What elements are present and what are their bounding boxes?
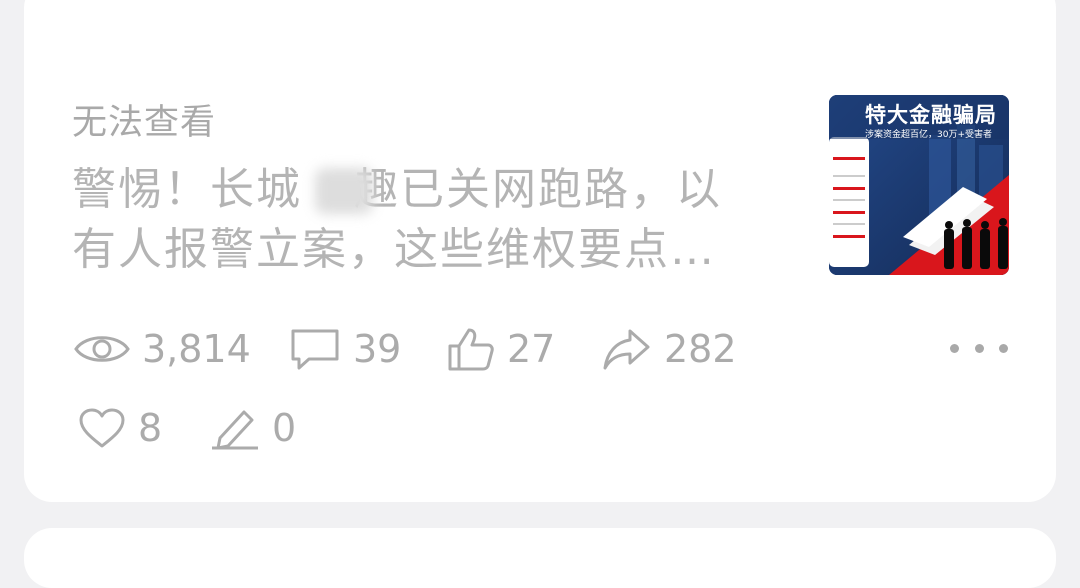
thumbs-up-icon [448,328,494,371]
views-stat: 3,814 [74,319,251,379]
unavailable-label: 无法查看 [72,103,217,143]
more-options-button[interactable] [950,333,1008,363]
edit-stat[interactable]: 0 [210,398,296,458]
comments-count: 39 [353,327,402,371]
eye-icon [74,336,130,362]
thumbnail-headline: 特大金融骗局 [865,103,997,127]
title-line-1: 警惕！长城 趣已关网跑路，以 [72,160,792,220]
title-line-1-end: 趣已关网跑路，以 [354,164,722,215]
more-dot-icon [974,343,984,353]
more-dot-icon [950,343,959,353]
next-card[interactable] [24,528,1056,588]
comments-button[interactable]: 39 [289,319,401,379]
shares-count: 282 [664,327,737,371]
edits-count: 0 [272,406,297,450]
pen-icon [212,410,258,450]
article-thumbnail[interactable]: 特大金融骗局 涉案资金超百亿，30万+受害者 [829,95,1009,275]
likes-count: 27 [507,327,556,371]
thumbnail-subline: 涉案资金超百亿，30万+受害者 [865,130,992,140]
share-button[interactable]: 282 [602,319,737,379]
share-icon [603,329,650,370]
views-count: 3,814 [142,327,251,371]
title-line-2: 有人报警立案，这些维权要点… [72,224,716,275]
blur-mask [315,168,373,214]
article-title[interactable]: 警惕！长城 趣已关网跑路，以 有人报警立案，这些维权要点… [72,160,792,280]
title-line-1-start: 警惕！长城 [72,164,302,215]
comment-icon [291,329,339,370]
favorites-button[interactable]: 8 [78,398,162,458]
likes-button[interactable]: 27 [447,319,555,379]
favorites-count: 8 [138,406,163,450]
more-dot-icon [999,343,1008,353]
heart-icon [79,408,125,448]
